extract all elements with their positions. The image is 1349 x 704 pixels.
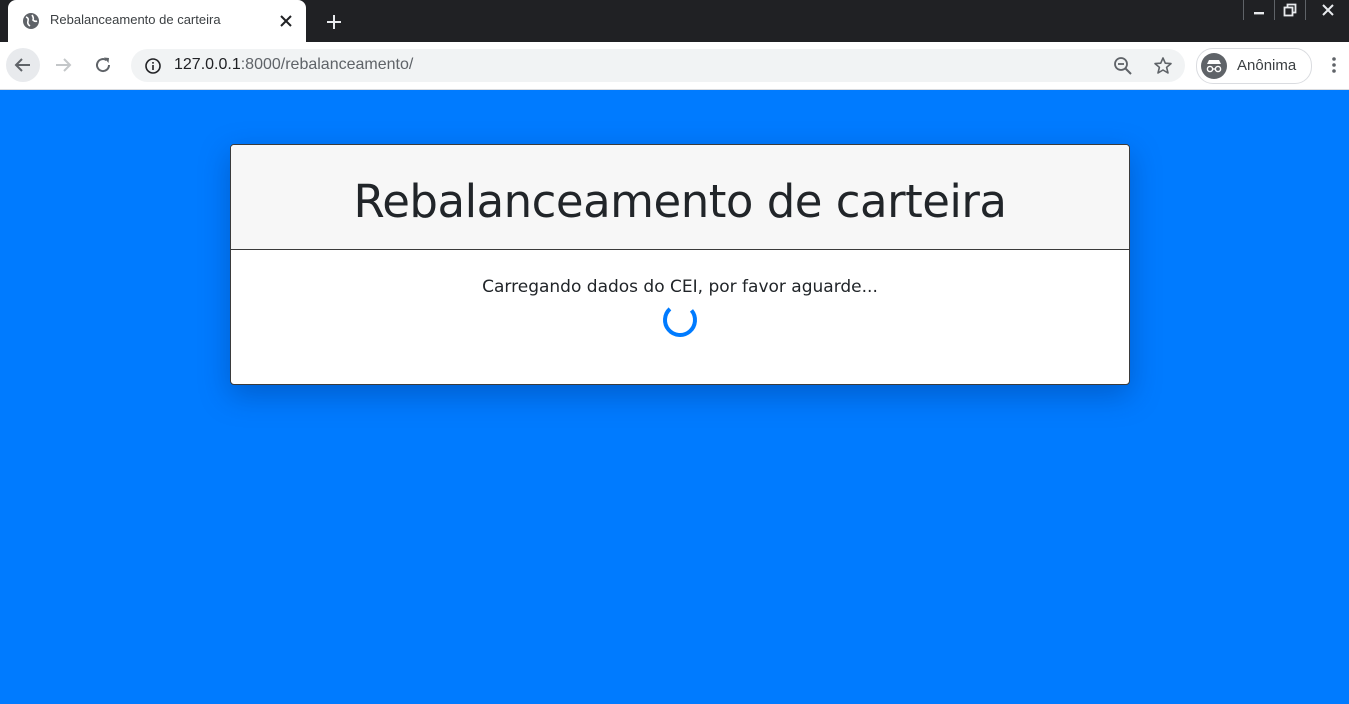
reload-icon[interactable] <box>86 48 120 82</box>
star-icon[interactable] <box>1153 56 1173 76</box>
browser-tab[interactable]: Rebalanceamento de carteira <box>8 0 306 42</box>
tab-title: Rebalanceamento de carteira <box>50 12 221 27</box>
arrow-left-icon[interactable] <box>6 48 40 82</box>
url-path: :8000/rebalanceamento/ <box>240 56 414 73</box>
globe-icon <box>22 12 40 30</box>
profile-button[interactable]: Anônima <box>1196 48 1312 84</box>
page-content: Rebalanceamento de carteira Carregando d… <box>0 90 1349 704</box>
restore-icon[interactable] <box>1274 0 1305 20</box>
card-body: Carregando dados do CEI, por favor aguar… <box>231 250 1129 384</box>
address-bar[interactable]: 127.0.0.1:8000/rebalanceamento/ <box>131 49 1185 82</box>
loading-card: Rebalanceamento de carteira Carregando d… <box>230 144 1130 385</box>
incognito-icon <box>1201 53 1227 79</box>
loading-spinner-icon <box>662 302 698 338</box>
page-title: Rebalanceamento de carteira <box>353 175 1007 228</box>
browser-toolbar: 127.0.0.1:8000/rebalanceamento/ Anônima <box>0 42 1349 90</box>
arrow-right-icon[interactable] <box>46 48 80 82</box>
zoom-out-icon[interactable] <box>1113 56 1133 76</box>
url-text: 127.0.0.1:8000/rebalanceamento/ <box>174 56 413 74</box>
minimize-icon[interactable] <box>1243 0 1274 20</box>
profile-label: Anônima <box>1237 57 1297 74</box>
window-close-icon[interactable] <box>1305 0 1349 20</box>
loading-message: Carregando dados do CEI, por favor aguar… <box>482 277 878 297</box>
close-icon[interactable] <box>276 11 296 31</box>
tab-strip: Rebalanceamento de carteira <box>0 0 1349 42</box>
more-vert-icon[interactable] <box>1322 52 1346 78</box>
info-icon[interactable] <box>144 57 162 75</box>
plus-icon[interactable] <box>320 8 348 36</box>
card-header: Rebalanceamento de carteira <box>231 145 1129 250</box>
url-host: 127.0.0.1 <box>174 56 241 73</box>
